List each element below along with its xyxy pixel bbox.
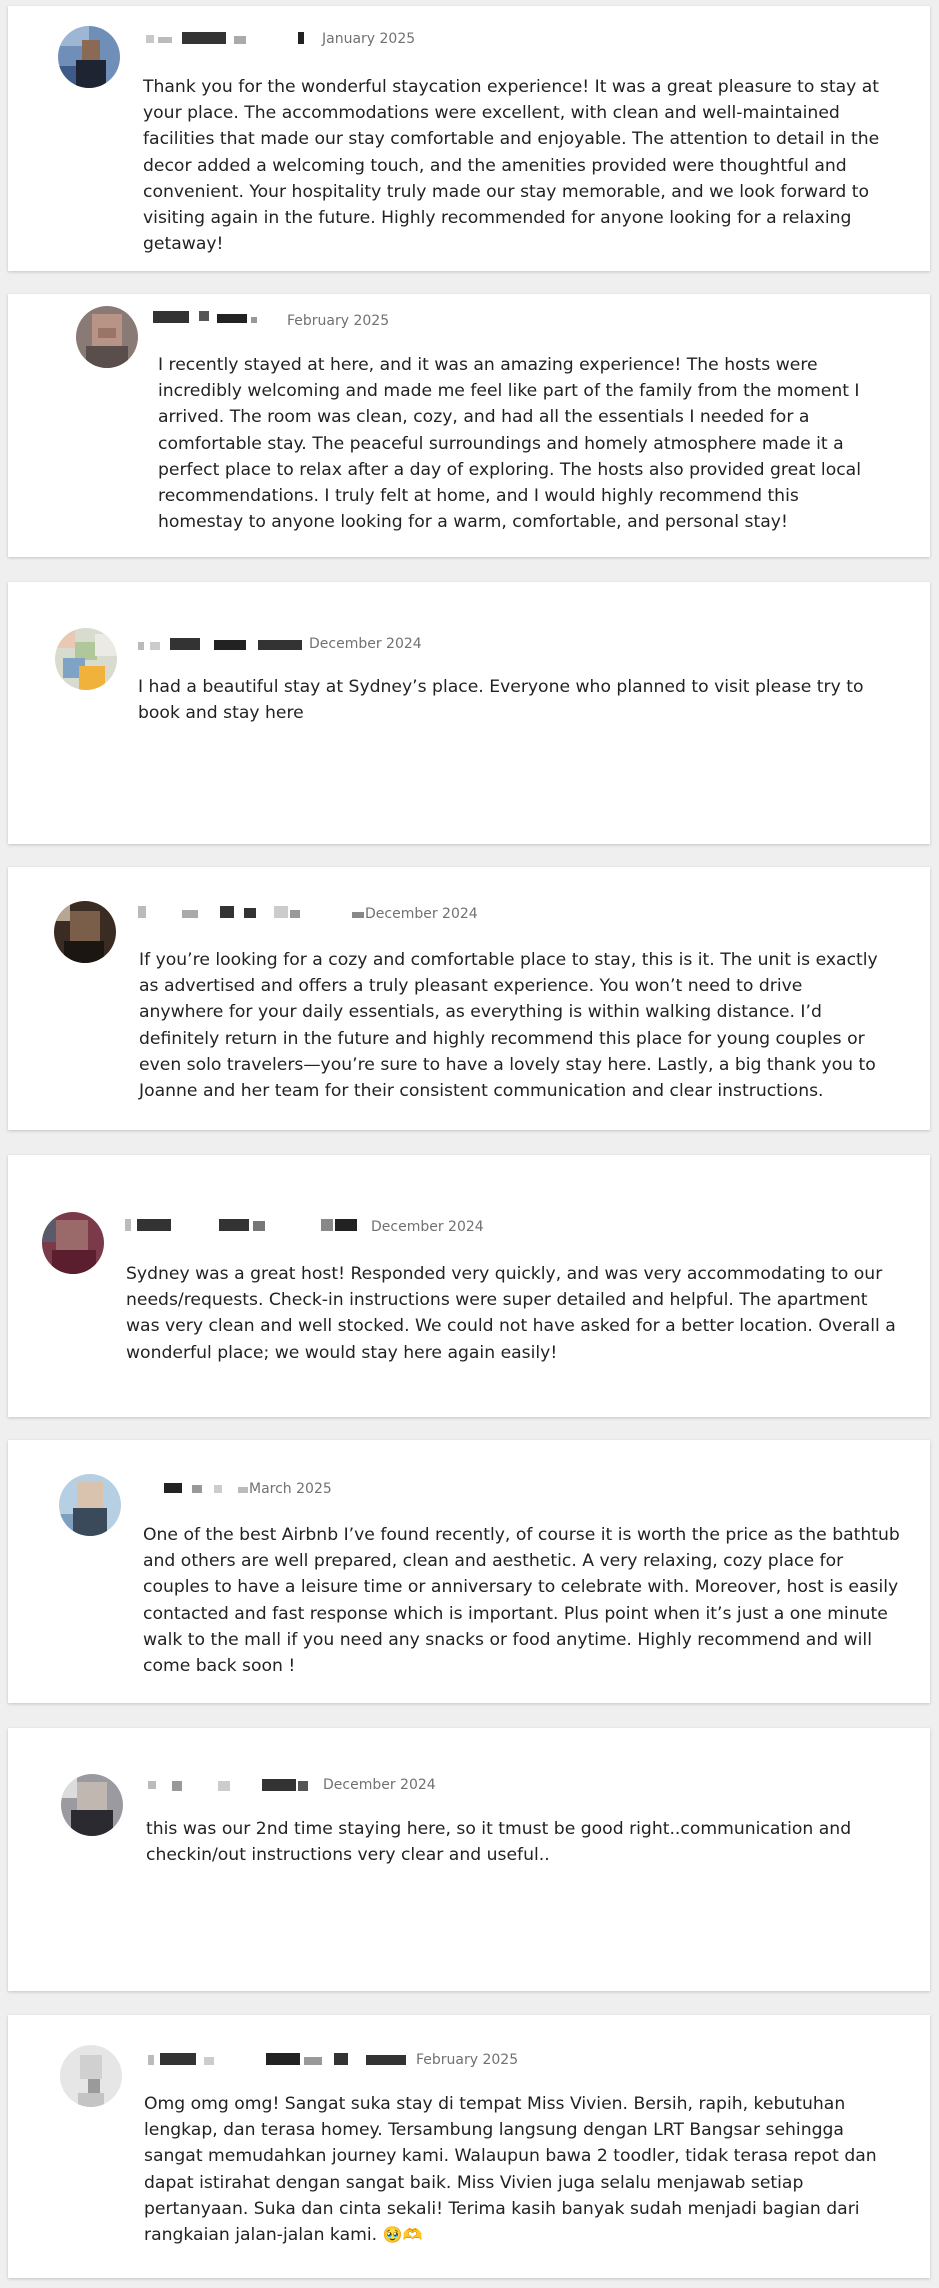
review-text: One of the best Airbnb I’ve found recent… [143, 1525, 900, 1677]
reviewer-name-redacted [148, 2052, 418, 2066]
review-date: February 2025 [287, 313, 390, 329]
review-card: December 2024 If you’re looking for a co… [8, 867, 930, 1130]
reviewer-avatar[interactable] [76, 306, 138, 368]
emoji-faces: 🥹🫶 [382, 2225, 423, 2245]
reviewer-name-redacted [148, 1778, 328, 1792]
review-date: December 2024 [323, 1777, 436, 1793]
reviewer-name-redacted [125, 1218, 375, 1232]
review-text: Omg omg omg! Sangat suka stay di tempat … [144, 2091, 900, 2248]
review-date: March 2025 [249, 1481, 332, 1497]
reviewer-name-redacted [146, 31, 306, 45]
review-date: December 2024 [371, 1219, 484, 1235]
review-card: December 2024 I had a beautiful stay at … [8, 582, 930, 844]
reviewer-avatar[interactable] [59, 1474, 121, 1536]
reviewer-avatar[interactable] [60, 2045, 122, 2107]
review-date: December 2024 [365, 906, 478, 922]
review-text: I recently stayed at here, and it was an… [158, 355, 861, 533]
reviewer-avatar[interactable] [61, 1774, 123, 1836]
review-card: March 2025 One of the best Airbnb I’ve f… [8, 1440, 930, 1703]
review-card: December 2024 this was our 2nd time stay… [8, 1728, 930, 1991]
review-text: If you’re looking for a cozy and comfort… [139, 950, 878, 1102]
review-text: Sydney was a great host! Responded very … [126, 1264, 896, 1363]
review-card: February 2025 Omg omg omg! Sangat suka s… [8, 2015, 930, 2278]
reviewer-avatar[interactable] [58, 26, 120, 88]
reviewer-avatar[interactable] [54, 901, 116, 963]
reviewer-name-redacted [138, 905, 366, 919]
review-card: December 2024 Sydney was a great host! R… [8, 1155, 930, 1417]
review-date: February 2025 [416, 2052, 519, 2068]
reviewer-name-redacted [158, 1480, 253, 1494]
review-card: February 2025 I recently stayed at here,… [8, 294, 930, 557]
review-text-body: Omg omg omg! Sangat suka stay di tempat … [144, 2094, 877, 2246]
review-card: January 2025 Thank you for the wonderful… [8, 6, 930, 271]
review-date: January 2025 [322, 31, 416, 47]
reviewer-avatar[interactable] [42, 1212, 104, 1274]
review-date: December 2024 [309, 636, 422, 652]
reviewer-avatar[interactable] [55, 628, 117, 690]
review-text: Thank you for the wonderful staycation e… [143, 77, 880, 255]
review-text: I had a beautiful stay at Sydney’s place… [138, 677, 864, 724]
reviewer-name-redacted [153, 310, 283, 324]
reviewer-name-redacted [138, 637, 308, 651]
review-text: this was our 2nd time staying here, so i… [146, 1819, 852, 1866]
